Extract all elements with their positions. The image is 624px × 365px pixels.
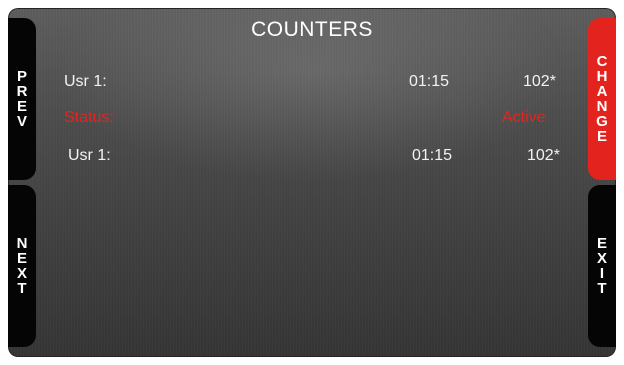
exit-letter: T bbox=[597, 280, 607, 297]
exit-letter: E bbox=[596, 235, 607, 252]
prev-letter: P bbox=[16, 68, 27, 85]
exit-letter: I bbox=[599, 265, 605, 282]
change-letter: E bbox=[596, 128, 607, 145]
next-button[interactable]: N E X T bbox=[8, 185, 36, 347]
next-letter: X bbox=[16, 265, 27, 282]
change-letter: N bbox=[596, 98, 608, 115]
prev-letter: R bbox=[16, 83, 28, 100]
next-letter: T bbox=[17, 280, 27, 297]
prev-letter: V bbox=[16, 113, 27, 130]
exit-button[interactable]: E X I T bbox=[588, 185, 616, 347]
counter-value: 102* bbox=[527, 147, 560, 164]
prev-button[interactable]: P R E V bbox=[8, 18, 36, 180]
change-letter: A bbox=[596, 83, 608, 100]
counter-label: Usr 1: bbox=[64, 73, 107, 90]
prev-letter: E bbox=[16, 98, 27, 115]
change-letter: H bbox=[596, 68, 608, 85]
change-letter: G bbox=[596, 113, 608, 130]
change-button[interactable]: C H A N G E bbox=[588, 18, 616, 180]
counter-label: Usr 1: bbox=[68, 147, 111, 164]
next-letter: E bbox=[16, 250, 27, 267]
exit-letter: X bbox=[596, 250, 607, 267]
display-screen: COUNTERS P R E V N E X T C H A N G E E X… bbox=[8, 8, 616, 357]
next-letter: N bbox=[16, 235, 28, 252]
brushed-metal-background bbox=[8, 8, 616, 357]
counter-value: 102* bbox=[523, 73, 556, 90]
change-letter: C bbox=[596, 53, 608, 70]
status-value: Active bbox=[502, 109, 546, 126]
counter-time: 01:15 bbox=[409, 73, 450, 90]
page-title: COUNTERS bbox=[251, 18, 373, 41]
counter-time: 01:15 bbox=[412, 147, 453, 164]
status-label: Status: bbox=[64, 109, 114, 126]
